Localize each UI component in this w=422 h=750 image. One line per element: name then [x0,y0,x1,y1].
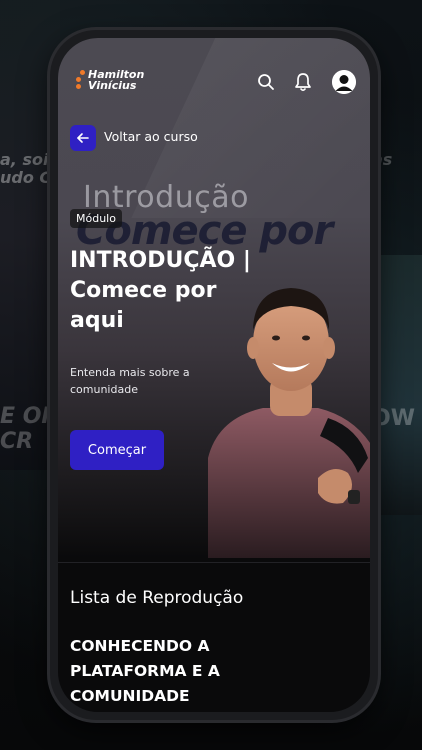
arrow-left-icon [77,133,89,143]
logo-text-line2: Vinícius [88,79,137,92]
phone-frame: Introdução Comece por Hamilton Vinícius … [50,30,378,720]
background-text: OW [372,406,415,431]
playlist-heading: Lista de Reprodução [70,588,244,608]
start-button[interactable]: Começar [70,430,164,470]
search-icon[interactable] [255,71,277,93]
logo-mark-icon [76,70,88,92]
background-panel-right [372,255,422,515]
playlist-item-title[interactable]: CONHECENDO A PLATAFORMA E A COMUNIDADE [70,634,310,709]
background-text: as [372,150,393,169]
app-screen: Introdução Comece por Hamilton Vinícius … [58,38,370,712]
back-button[interactable] [70,125,96,151]
section-divider [58,562,370,563]
module-description: Entenda mais sobre a comunidade [70,366,190,396]
module-title: INTRODUÇÃO | Comece por aqui [70,248,251,333]
brand-logo[interactable]: Hamilton Vinícius [76,66,156,92]
back-to-course-link[interactable]: Voltar ao curso [104,129,198,144]
user-avatar-icon[interactable] [332,70,356,94]
bell-icon[interactable] [292,71,314,93]
module-badge: Módulo [70,209,122,228]
